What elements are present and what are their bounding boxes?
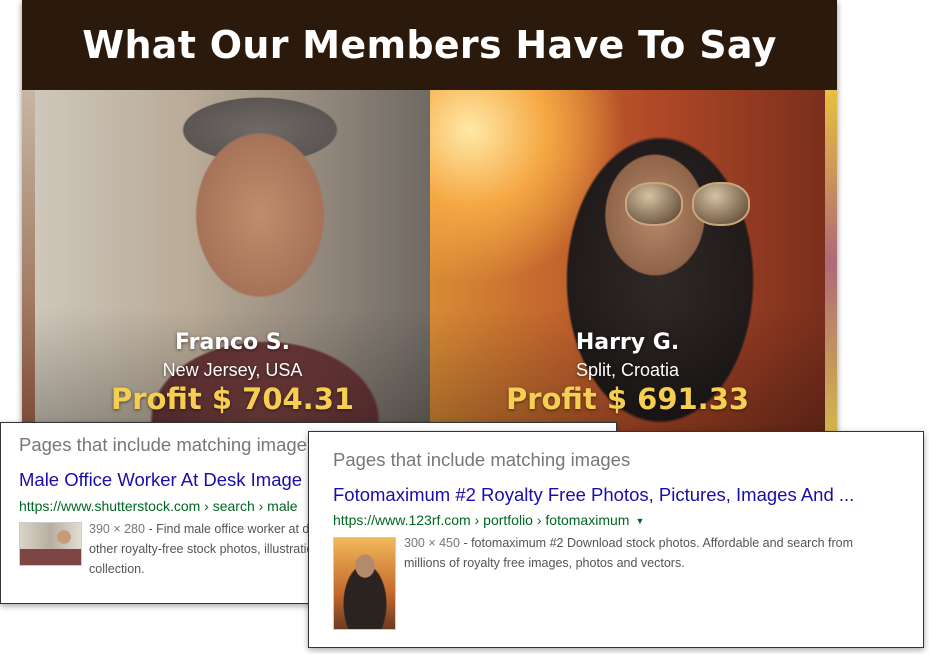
result-snippet-line: millions of royalty free images, photos … bbox=[404, 556, 685, 570]
member-photos: Franco S. New Jersey, USA Profit $ 704.3… bbox=[22, 90, 837, 432]
result-url[interactable]: https://www.shutterstock.com › search › … bbox=[19, 498, 298, 514]
member-panel-harry: Harry G. Split, Croatia Profit $ 691.33 bbox=[430, 90, 825, 432]
photo-edge-left bbox=[22, 90, 35, 432]
result-heading: Pages that include matching images bbox=[333, 449, 631, 470]
result-url-text: https://www.123rf.com › portfolio › foto… bbox=[333, 512, 630, 528]
testimonial-card: What Our Members Have To Say Franco S. N… bbox=[22, 0, 837, 432]
member-panel-franco: Franco S. New Jersey, USA Profit $ 704.3… bbox=[35, 90, 430, 432]
result-url-text: https://www.shutterstock.com › search › … bbox=[19, 498, 298, 514]
member-location: Split, Croatia bbox=[575, 360, 680, 380]
sunglasses-right-lens bbox=[692, 182, 750, 226]
member-name: Franco S. bbox=[175, 330, 290, 355]
result-snippet-line: - fotomaximum #2 Download stock photos. … bbox=[459, 536, 853, 550]
result-dimensions: 300 × 450 bbox=[404, 536, 460, 550]
result-thumbnail[interactable] bbox=[333, 537, 396, 630]
result-thumbnail[interactable] bbox=[19, 522, 82, 566]
result-snippet-line: collection. bbox=[89, 562, 145, 576]
member-profit: Profit $ 704.31 bbox=[110, 382, 355, 416]
caret-down-icon[interactable]: ▼ bbox=[635, 516, 644, 526]
result-dimensions: 390 × 280 bbox=[89, 522, 145, 536]
member-profit: Profit $ 691.33 bbox=[505, 382, 750, 416]
photo-edge-right bbox=[825, 90, 837, 432]
result-title-link[interactable]: Male Office Worker At Desk Image bbox=[19, 469, 302, 491]
result-description: 300 × 450 - fotomaximum #2 Download stoc… bbox=[404, 533, 919, 573]
result-url[interactable]: https://www.123rf.com › portfolio › foto… bbox=[333, 512, 644, 528]
result-heading: Pages that include matching images bbox=[19, 434, 317, 455]
sunglasses-left-lens bbox=[625, 182, 683, 226]
member-location: New Jersey, USA bbox=[162, 360, 303, 380]
result-title-link[interactable]: Fotomaximum #2 Royalty Free Photos, Pict… bbox=[333, 484, 854, 506]
search-result-card-123rf: Pages that include matching images Fotom… bbox=[308, 431, 924, 648]
member-name: Harry G. bbox=[575, 330, 680, 355]
testimonial-title: What Our Members Have To Say bbox=[82, 23, 777, 67]
